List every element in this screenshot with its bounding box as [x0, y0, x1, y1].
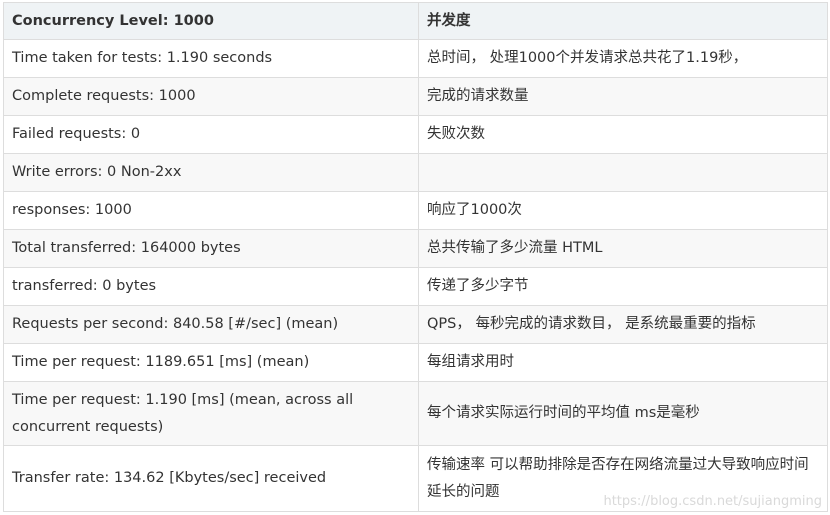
- table-cell-description: 失败次数: [418, 115, 828, 154]
- table-cell-description: 每个请求实际运行时间的平均值 ms是毫秒: [418, 381, 828, 446]
- table-cell-metric: Requests per second: 840.58 [#/sec] (mea…: [3, 305, 419, 344]
- table-cell-metric: Total transferred: 164000 bytes: [3, 229, 419, 268]
- table-cell-metric: Time taken for tests: 1.190 seconds: [3, 39, 419, 78]
- table-cell-metric: Time per request: 1189.651 [ms] (mean): [3, 343, 419, 382]
- table-header-row: Concurrency Level: 1000 并发度: [3, 2, 828, 40]
- table-row: Transfer rate: 134.62 [Kbytes/sec] recei…: [3, 445, 828, 512]
- table-cell-description: 响应了1000次: [418, 191, 828, 230]
- table-cell-description: 总共传输了多少流量 HTML: [418, 229, 828, 268]
- table-cell-metric: transferred: 0 bytes: [3, 267, 419, 306]
- table-cell-description: 传递了多少字节: [418, 267, 828, 306]
- table-row: Requests per second: 840.58 [#/sec] (mea…: [3, 305, 828, 344]
- table-cell-metric: responses: 1000: [3, 191, 419, 230]
- table-row: Time taken for tests: 1.190 seconds 总时间，…: [3, 39, 828, 78]
- table-row: Time per request: 1189.651 [ms] (mean) 每…: [3, 343, 828, 382]
- table-cell-description: 总时间， 处理1000个并发请求总共花了1.19秒，: [418, 39, 828, 78]
- table-row: transferred: 0 bytes 传递了多少字节: [3, 267, 828, 306]
- table-row: responses: 1000 响应了1000次: [3, 191, 828, 230]
- header-cell-description: 并发度: [418, 2, 828, 40]
- table-cell-metric: Failed requests: 0: [3, 115, 419, 154]
- table-row: Total transferred: 164000 bytes 总共传输了多少流…: [3, 229, 828, 268]
- header-cell-metric: Concurrency Level: 1000: [3, 2, 419, 40]
- table-cell-description: 完成的请求数量: [418, 77, 828, 116]
- table-row: Time per request: 1.190 [ms] (mean, acro…: [3, 381, 828, 446]
- table-cell-description: 传输速率 可以帮助排除是否存在网络流量过大导致响应时间延长的问题: [418, 445, 828, 512]
- table-row: Write errors: 0 Non-2xx: [3, 153, 828, 192]
- table-cell-metric: Complete requests: 1000: [3, 77, 419, 116]
- table-cell-metric: Time per request: 1.190 [ms] (mean, acro…: [3, 381, 419, 446]
- table-cell-metric: Transfer rate: 134.62 [Kbytes/sec] recei…: [3, 445, 419, 512]
- table-row: Complete requests: 1000 完成的请求数量: [3, 77, 828, 116]
- benchmark-table-container: Concurrency Level: 1000 并发度 Time taken f…: [3, 2, 828, 512]
- benchmark-table: Concurrency Level: 1000 并发度 Time taken f…: [3, 2, 828, 512]
- table-cell-metric: Write errors: 0 Non-2xx: [3, 153, 419, 192]
- table-row: Failed requests: 0 失败次数: [3, 115, 828, 154]
- table-cell-description: 每组请求用时: [418, 343, 828, 382]
- table-cell-description: QPS， 每秒完成的请求数目， 是系统最重要的指标: [418, 305, 828, 344]
- table-cell-description: [418, 153, 828, 192]
